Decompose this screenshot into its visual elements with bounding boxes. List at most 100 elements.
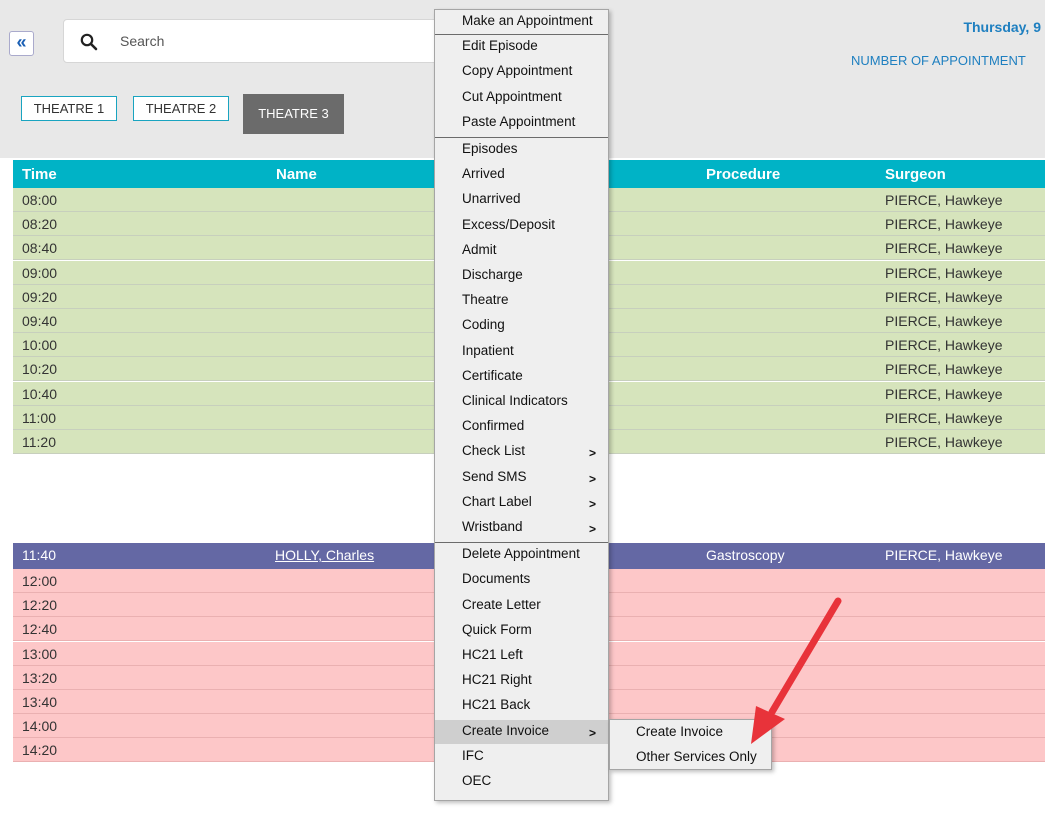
search-input[interactable]	[120, 30, 440, 52]
menu-item-excess-deposit[interactable]: Excess/Deposit	[435, 214, 608, 238]
tab-theatre-1[interactable]: THEATRE 1	[21, 96, 117, 121]
time-cell: 08:00	[22, 192, 58, 208]
time-cell: 11:40	[22, 547, 56, 563]
submenu-arrow-icon: >	[589, 497, 597, 511]
time-cell: 09:00	[22, 265, 58, 281]
menu-item-label: Episodes	[462, 141, 518, 156]
menu-item-label: OEC	[462, 773, 492, 788]
tab-theatre-3[interactable]: THEATRE 3	[243, 94, 344, 134]
time-cell: 10:40	[22, 386, 58, 402]
surgeon-cell: PIERCE, Hawkeye	[885, 337, 1003, 353]
surgeon-cell: PIERCE, Hawkeye	[885, 192, 1003, 208]
time-cell: 12:00	[22, 573, 58, 589]
menu-item-label: Discharge	[462, 267, 523, 282]
menu-item-unarrived[interactable]: Unarrived	[435, 188, 608, 212]
column-header-name[interactable]: Name	[276, 166, 317, 183]
menu-item-label: IFC	[462, 748, 484, 763]
collapse-sidebar-button[interactable]: «	[9, 31, 34, 56]
menu-item-episodes[interactable]: Episodes	[435, 138, 608, 162]
time-cell: 08:40	[22, 240, 58, 256]
time-cell: 13:00	[22, 646, 58, 662]
menu-item-label: Delete Appointment	[462, 546, 580, 561]
menu-item-label: Clinical Indicators	[462, 393, 568, 408]
time-cell: 12:40	[22, 621, 58, 637]
menu-item-confirmed[interactable]: Confirmed	[435, 415, 608, 439]
surgeon-cell: PIERCE, Hawkeye	[885, 289, 1003, 305]
menu-item-label: Unarrived	[462, 191, 521, 206]
menu-item-label: HC21 Left	[462, 647, 523, 662]
surgeon-cell: PIERCE, Hawkeye	[885, 547, 1003, 563]
menu-item-delete-appointment[interactable]: Delete Appointment	[435, 543, 608, 567]
menu-item-inpatient[interactable]: Inpatient	[435, 340, 608, 364]
menu-item-chart-label[interactable]: Chart Label >	[435, 491, 608, 515]
surgeon-cell: PIERCE, Hawkeye	[885, 434, 1003, 450]
menu-item-wristband[interactable]: Wristband >	[435, 516, 608, 540]
surgeon-cell: PIERCE, Hawkeye	[885, 265, 1003, 281]
time-cell: 09:20	[22, 289, 58, 305]
menu-item-label: HC21 Back	[462, 697, 531, 712]
menu-item-copy-appointment[interactable]: Copy Appointment	[435, 60, 608, 84]
submenu-item-create-invoice[interactable]: Create Invoice	[636, 724, 723, 739]
time-cell: 13:40	[22, 694, 58, 710]
tab-theatre-2[interactable]: THEATRE 2	[133, 96, 229, 121]
menu-item-theatre[interactable]: Theatre	[435, 289, 608, 313]
search-box[interactable]	[63, 19, 463, 63]
menu-item-admit[interactable]: Admit	[435, 239, 608, 263]
menu-item-paste-appointment[interactable]: Paste Appointment	[435, 111, 608, 135]
search-icon	[80, 33, 98, 51]
menu-item-hc21-back[interactable]: HC21 Back	[435, 694, 608, 718]
menu-item-label: Inpatient	[462, 343, 514, 358]
time-cell: 14:20	[22, 742, 58, 758]
menu-item-label: Make an Appointment	[462, 13, 593, 28]
submenu-arrow-icon: >	[589, 446, 597, 460]
menu-item-arrived[interactable]: Arrived	[435, 163, 608, 187]
submenu-arrow-icon: >	[589, 472, 597, 486]
menu-item-label: Excess/Deposit	[462, 217, 556, 232]
time-cell: 14:00	[22, 718, 58, 734]
menu-item-certificate[interactable]: Certificate	[435, 365, 608, 389]
menu-item-label: Edit Episode	[462, 38, 538, 53]
menu-item-create-letter[interactable]: Create Letter	[435, 594, 608, 618]
menu-item-clinical-indicators[interactable]: Clinical Indicators	[435, 390, 608, 414]
submenu-item-other-services-only[interactable]: Other Services Only	[636, 749, 757, 764]
time-cell: 10:00	[22, 337, 58, 353]
surgeon-cell: PIERCE, Hawkeye	[885, 313, 1003, 329]
time-cell: 10:20	[22, 361, 58, 377]
menu-item-label: HC21 Right	[462, 672, 532, 687]
menu-item-label: Coding	[462, 317, 505, 332]
menu-item-documents[interactable]: Documents	[435, 568, 608, 592]
column-header-procedure[interactable]: Procedure	[706, 166, 780, 183]
menu-item-label: Arrived	[462, 166, 505, 181]
time-cell: 08:20	[22, 216, 58, 232]
menu-item-oec[interactable]: OEC	[435, 770, 608, 794]
menu-item-label: Documents	[462, 571, 531, 586]
time-cell: 09:40	[22, 313, 58, 329]
surgeon-cell: PIERCE, Hawkeye	[885, 386, 1003, 402]
menu-item-hc21-left[interactable]: HC21 Left	[435, 644, 608, 668]
surgeon-cell: PIERCE, Hawkeye	[885, 216, 1003, 232]
time-cell: 12:20	[22, 597, 58, 613]
time-cell: 11:00	[22, 410, 56, 426]
menu-item-label: Certificate	[462, 368, 523, 383]
column-header-surgeon[interactable]: Surgeon	[885, 166, 946, 183]
menu-item-send-sms[interactable]: Send SMS >	[435, 466, 608, 490]
number-of-appointments-label: NUMBER OF APPOINTMENT	[851, 53, 1026, 68]
procedure-cell: Gastroscopy	[706, 547, 785, 563]
menu-item-label: Confirmed	[462, 418, 525, 433]
menu-item-edit-episode[interactable]: Edit Episode	[435, 35, 608, 59]
menu-item-make-appointment[interactable]: Make an Appointment	[435, 10, 608, 34]
column-header-time[interactable]: Time	[22, 166, 57, 183]
menu-item-quick-form[interactable]: Quick Form	[435, 619, 608, 643]
time-cell: 13:20	[22, 670, 58, 686]
menu-item-hc21-right[interactable]: HC21 Right	[435, 669, 608, 693]
menu-item-label: Check List	[462, 443, 526, 458]
surgeon-cell: PIERCE, Hawkeye	[885, 240, 1003, 256]
patient-name-link[interactable]: HOLLY, Charles	[275, 547, 374, 563]
menu-item-cut-appointment[interactable]: Cut Appointment	[435, 86, 608, 110]
menu-item-discharge[interactable]: Discharge	[435, 264, 608, 288]
menu-item-label: Cut Appointment	[462, 89, 562, 104]
menu-item-ifc[interactable]: IFC	[435, 745, 608, 769]
menu-item-create-invoice[interactable]: Create Invoice >	[435, 720, 608, 744]
menu-item-coding[interactable]: Coding	[435, 314, 608, 338]
menu-item-check-list[interactable]: Check List >	[435, 440, 608, 464]
